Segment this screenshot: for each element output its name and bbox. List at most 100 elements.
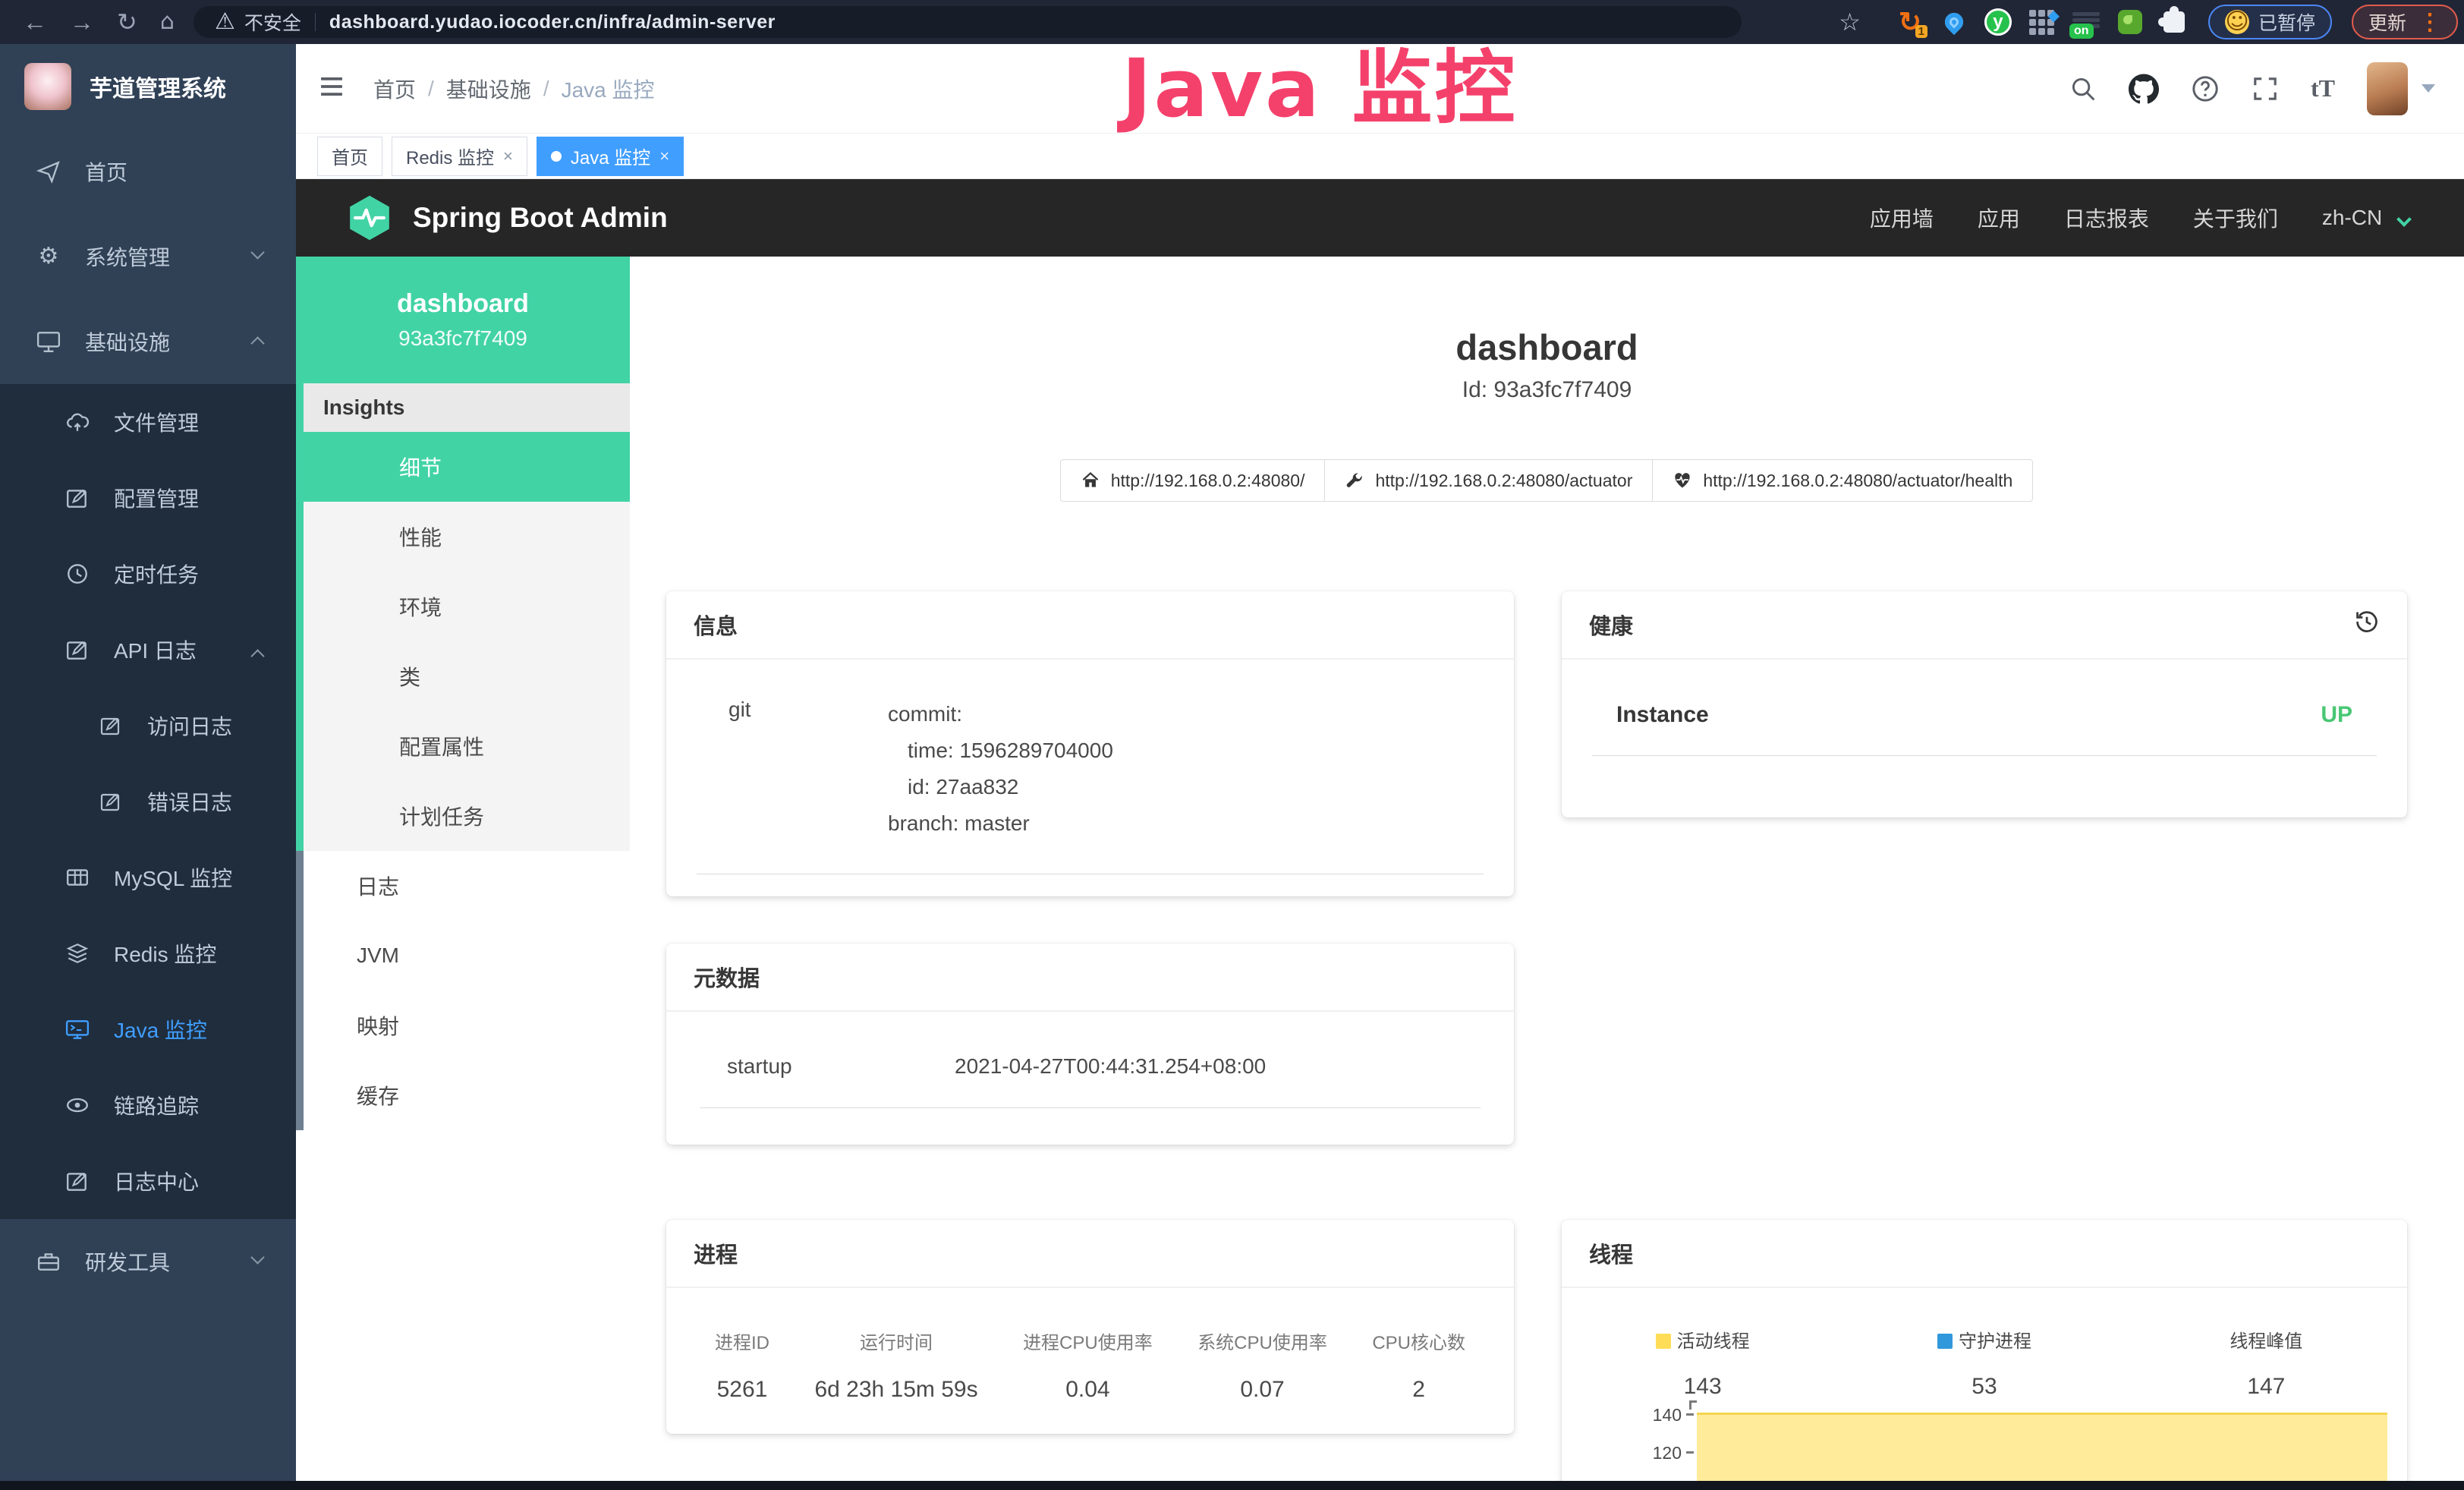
sba-nav: 应用墙 应用 日志报表 关于我们 zh-CN: [1826, 203, 2409, 233]
sba-item-caches[interactable]: 缓存: [304, 1060, 630, 1130]
sba-item-environment[interactable]: 环境: [304, 572, 630, 641]
history-icon[interactable]: [2354, 609, 2380, 641]
extension-badge: 1: [1915, 25, 1927, 38]
sidebar-item-mysql[interactable]: MySQL 监控: [0, 840, 296, 915]
close-icon[interactable]: ×: [659, 146, 669, 166]
sidebar-item-redis[interactable]: Redis 监控: [0, 915, 296, 991]
search-icon[interactable]: [2069, 75, 2097, 102]
tag-home[interactable]: 首页: [317, 137, 382, 176]
info-value: commit: time: 1596289704000 id: 27aa832 …: [888, 696, 1113, 842]
sidebar-item-config[interactable]: 配置管理: [0, 460, 296, 536]
back-icon[interactable]: ←: [23, 8, 47, 36]
fullscreen-icon[interactable]: [2252, 75, 2279, 102]
sidebar-item-home[interactable]: 首页: [0, 129, 296, 214]
sba-item-configprops[interactable]: 配置属性: [304, 711, 630, 781]
sba-nav-about[interactable]: 关于我们: [2193, 203, 2278, 233]
sba-nav-locale[interactable]: zh-CN: [2322, 206, 2409, 230]
emoji-face-icon: ☺: [2225, 10, 2249, 34]
edit-icon: [62, 486, 93, 510]
y-extension-icon[interactable]: y: [1984, 8, 2012, 36]
sidebar-item-java[interactable]: Java 监控: [0, 991, 296, 1067]
extension-refresh-icon[interactable]: ↻ 1: [1896, 8, 1924, 36]
process-col-syscpu: 系统CPU使用率 0.07: [1197, 1328, 1327, 1403]
sidebar-item-infra[interactable]: 基础设施: [0, 299, 296, 384]
actuator-url-link[interactable]: http://192.168.0.2:48080/actuator: [1324, 459, 1653, 502]
grid-extension-icon[interactable]: ◆: [2028, 8, 2056, 36]
breadcrumb-home[interactable]: 首页: [373, 74, 416, 104]
bookmark-star-icon[interactable]: ☆: [1839, 8, 1861, 36]
infra-submenu: 文件管理 配置管理 定时任务 API 日志: [0, 384, 296, 1219]
home-icon[interactable]: ⌂: [160, 11, 175, 33]
sba-item-details[interactable]: 细节: [304, 432, 630, 502]
breadcrumb-infra[interactable]: 基础设施: [446, 74, 531, 104]
sba-lower-group: 日志 JVM 映射 缓存: [296, 851, 630, 1130]
sba-item-metrics[interactable]: 性能: [304, 502, 630, 572]
browser-menu-icon[interactable]: ⋮: [2418, 9, 2441, 36]
sidebar-item-trace[interactable]: 链路追踪: [0, 1067, 296, 1143]
chevron-up-icon: [250, 649, 264, 663]
sidebar-item-job[interactable]: 定时任务: [0, 536, 296, 612]
chevron-up-icon: [250, 336, 264, 350]
legend-yellow-icon: [1656, 1334, 1671, 1349]
help-icon[interactable]: [2191, 74, 2220, 103]
security-label[interactable]: 不安全: [244, 8, 301, 36]
leaf-extension-icon[interactable]: [2116, 8, 2145, 36]
sba-logo-icon[interactable]: [346, 194, 393, 241]
sba-item-mappings[interactable]: 映射: [304, 991, 630, 1060]
y-tick-140: 140: [1636, 1405, 1682, 1425]
list-on-extension-icon[interactable]: on: [2072, 8, 2101, 36]
chevron-down-icon: [250, 1250, 264, 1264]
page-title: dashboard: [630, 326, 2464, 368]
cloud-upload-icon: [62, 410, 93, 434]
metadata-card: 元数据 startup 2021-04-27T00:44:31.254+08:0…: [666, 943, 1514, 1145]
paused-profile-pill[interactable]: ☺ 已暂停: [2208, 5, 2332, 39]
close-icon[interactable]: ×: [503, 146, 513, 166]
app-logo-row[interactable]: 芋道管理系统: [0, 44, 296, 129]
instance-name: dashboard: [397, 289, 529, 319]
sidebar-item-log-center[interactable]: 日志中心: [0, 1143, 296, 1219]
sba-brand[interactable]: Spring Boot Admin: [413, 202, 668, 234]
sba-main: dashboard Id: 93a3fc7f7409 http://192.16…: [630, 257, 2464, 1490]
sba-item-scheduled-tasks[interactable]: 计划任务: [304, 781, 630, 851]
github-icon[interactable]: [2129, 74, 2159, 104]
browser-actions: ☆ ↻ 1 y ◆ on ☺ 已暂停: [1839, 0, 2458, 44]
info-git-row: git commit: time: 1596289704000 id: 27aa…: [697, 660, 1484, 874]
sba-item-classes[interactable]: 类: [304, 641, 630, 711]
sba-item-logfile[interactable]: 日志: [304, 851, 630, 921]
tag-redis[interactable]: Redis 监控 ×: [392, 137, 527, 176]
sba-item-jvm[interactable]: JVM: [304, 921, 630, 991]
pin-extension-icon[interactable]: [1940, 8, 1968, 36]
sba-nav-applications[interactable]: 应用: [1978, 203, 2020, 233]
edit-icon: [62, 638, 93, 662]
health-url-link[interactable]: http://192.168.0.2:48080/actuator/health: [1652, 459, 2033, 502]
hamburger-icon[interactable]: [317, 72, 346, 105]
metadata-value: 2021-04-27T00:44:31.254+08:00: [955, 1054, 1266, 1079]
guide-icon: [33, 159, 64, 184]
sidebar-item-error-log[interactable]: 错误日志: [0, 764, 296, 840]
sba-header: Spring Boot Admin 应用墙 应用 日志报表 关于我们 zh-CN: [296, 179, 2464, 257]
sidebar-item-api-log[interactable]: API 日志: [0, 612, 296, 688]
sidebar-item-file[interactable]: 文件管理: [0, 384, 296, 460]
reload-icon[interactable]: ↻: [117, 8, 137, 36]
table-icon: [62, 865, 93, 890]
tag-java[interactable]: Java 监控 ×: [537, 137, 684, 176]
heartbeat-icon: [1673, 471, 1692, 490]
url-text[interactable]: dashboard.yudao.iocoder.cn/infra/admin-s…: [329, 11, 776, 33]
update-button[interactable]: 更新 ⋮: [2352, 5, 2458, 39]
sidebar-item-tools[interactable]: 研发工具: [0, 1219, 296, 1304]
health-instance-row[interactable]: Instance UP: [1592, 660, 2377, 756]
puzzle-extensions-icon[interactable]: [2160, 8, 2189, 36]
sidebar-item-access-log[interactable]: 访问日志: [0, 688, 296, 764]
thread-stats: 活动线程 143 守护进程 53 线程峰值 147: [1562, 1288, 2407, 1400]
info-card-header: 信息: [666, 591, 1514, 660]
page-subtitle: Id: 93a3fc7f7409: [630, 377, 2464, 403]
user-avatar[interactable]: [2367, 62, 2408, 115]
font-size-icon[interactable]: tT: [2311, 74, 2335, 102]
instance-block[interactable]: dashboard 93a3fc7f7409: [296, 257, 630, 383]
service-url-link[interactable]: http://192.168.0.2:48080/: [1060, 459, 1326, 502]
forward-icon[interactable]: →: [70, 8, 94, 36]
avatar-caret-icon[interactable]: [2422, 84, 2435, 93]
sba-nav-wallboard[interactable]: 应用墙: [1870, 203, 1934, 233]
sba-nav-journal[interactable]: 日志报表: [2064, 203, 2149, 233]
sidebar-item-system[interactable]: ⚙ 系统管理: [0, 214, 296, 299]
